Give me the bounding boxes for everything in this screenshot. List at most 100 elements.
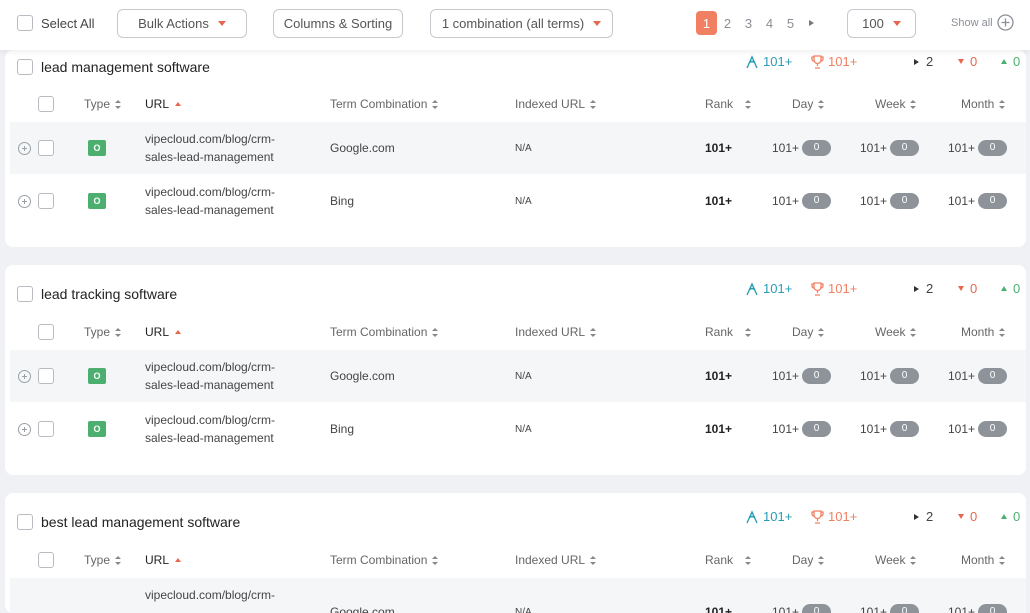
- col-indexed[interactable]: Indexed URL: [515, 88, 597, 120]
- row-term: Google.com: [330, 141, 395, 155]
- col-month[interactable]: Month: [961, 544, 1006, 576]
- col-type[interactable]: Type: [84, 544, 122, 576]
- col-week[interactable]: Week: [875, 544, 917, 576]
- expand-icon[interactable]: [18, 369, 31, 383]
- search-engine-icon: [746, 509, 758, 523]
- sort-icon: [999, 555, 1006, 565]
- row-day: 101+ 0: [772, 122, 832, 174]
- neutral-value: 2: [926, 281, 934, 296]
- table-row[interactable]: O vipecloud.com/blog/crm-sales-lead-mana…: [10, 175, 1026, 227]
- row-checkbox[interactable]: [38, 140, 54, 156]
- sort-icon: [910, 555, 917, 565]
- col-url[interactable]: URL: [145, 316, 182, 348]
- expand-icon[interactable]: [18, 141, 31, 155]
- row-checkbox[interactable]: [38, 421, 54, 437]
- toolbar: Select All Bulk Actions Columns & Sortin…: [0, 0, 1030, 50]
- per-page-dropdown[interactable]: 100: [847, 9, 916, 38]
- table-row[interactable]: O vipecloud.com/blog/crm-sales-lead-mana…: [10, 122, 1026, 174]
- table-row[interactable]: O vipecloud.com/blog/crm- Google.com N/A…: [10, 578, 1026, 613]
- col-term[interactable]: Term Combination: [330, 316, 439, 348]
- col-day[interactable]: Day: [792, 316, 825, 348]
- row-month: 101+ 0: [948, 175, 1008, 227]
- sort-icon: [590, 555, 597, 565]
- expand-icon[interactable]: [18, 194, 31, 208]
- select-all-checkbox[interactable]: [17, 15, 33, 31]
- page-5[interactable]: 5: [780, 11, 801, 35]
- col-day[interactable]: Day: [792, 88, 825, 120]
- page-4[interactable]: 4: [759, 11, 780, 35]
- next-page-icon[interactable]: [801, 11, 822, 35]
- header-checkbox[interactable]: [38, 544, 54, 576]
- trophy-icon: [811, 54, 824, 69]
- show-all-button[interactable]: Show all: [951, 14, 1014, 31]
- sort-icon: [590, 99, 597, 109]
- sort-icon: [745, 99, 752, 109]
- search-rank-value: 101+: [763, 281, 793, 296]
- row-url[interactable]: vipecloud.com/blog/crm-sales-lead-manage…: [145, 122, 295, 174]
- table-row[interactable]: O vipecloud.com/blog/crm-sales-lead-mana…: [10, 403, 1026, 455]
- page-3[interactable]: 3: [738, 11, 759, 35]
- bulk-actions-label: Bulk Actions: [138, 16, 209, 31]
- col-indexed[interactable]: Indexed URL: [515, 316, 597, 348]
- page-1[interactable]: 1: [696, 11, 717, 35]
- row-rank: 101+: [705, 194, 733, 208]
- row-url[interactable]: vipecloud.com/blog/crm-sales-lead-manage…: [145, 175, 295, 227]
- row-day: 101+ 0: [772, 578, 832, 613]
- col-rank[interactable]: Rank: [705, 544, 752, 576]
- columns-sorting-button[interactable]: Columns & Sorting: [273, 9, 403, 38]
- down-stat: 0: [958, 281, 977, 296]
- row-week: 101+ 0: [860, 403, 920, 455]
- page-2[interactable]: 2: [717, 11, 738, 35]
- col-rank[interactable]: Rank: [705, 316, 752, 348]
- neutral-stat: 2: [914, 509, 933, 524]
- select-all[interactable]: Select All: [17, 15, 94, 31]
- col-url[interactable]: URL: [145, 88, 182, 120]
- organic-type-icon: O: [88, 421, 106, 437]
- col-week[interactable]: Week: [875, 316, 917, 348]
- row-url[interactable]: vipecloud.com/blog/crm-sales-lead-manage…: [145, 403, 295, 455]
- up-stat: 0: [1001, 281, 1020, 296]
- sort-icon: [999, 99, 1006, 109]
- expand-icon[interactable]: [18, 422, 31, 436]
- search-rank-stat: 101+: [745, 509, 792, 524]
- show-all-label: Show all: [951, 16, 993, 29]
- row-url[interactable]: vipecloud.com/blog/crm-sales-lead-manage…: [145, 350, 295, 402]
- col-rank[interactable]: Rank: [705, 88, 752, 120]
- up-value: 0: [1013, 509, 1021, 524]
- col-type[interactable]: Type: [84, 316, 122, 348]
- col-month[interactable]: Month: [961, 316, 1006, 348]
- down-arrow-icon: [958, 59, 964, 64]
- sort-asc-icon: [175, 330, 182, 334]
- bulk-actions-dropdown[interactable]: Bulk Actions: [117, 9, 247, 38]
- header-checkbox[interactable]: [38, 88, 54, 120]
- chevron-down-icon: [892, 21, 901, 26]
- combination-dropdown[interactable]: 1 combination (all terms): [430, 9, 613, 38]
- row-week: 101+ 0: [860, 350, 920, 402]
- sort-icon: [818, 327, 825, 337]
- header-checkbox[interactable]: [38, 316, 54, 348]
- organic-type-icon: O: [88, 140, 106, 156]
- row-day: 101+ 0: [772, 175, 832, 227]
- col-type[interactable]: Type: [84, 88, 122, 120]
- neutral-arrow-icon: [914, 58, 919, 65]
- row-checkbox[interactable]: [38, 193, 54, 209]
- columns-sorting-label: Columns & Sorting: [283, 16, 393, 31]
- search-rank-value: 101+: [763, 509, 793, 524]
- row-url[interactable]: vipecloud.com/blog/crm-: [145, 578, 295, 604]
- best-rank-stat: 101+: [811, 54, 857, 69]
- row-checkbox[interactable]: [38, 368, 54, 384]
- row-month: 101+ 0: [948, 578, 1008, 613]
- col-month[interactable]: Month: [961, 88, 1006, 120]
- col-day[interactable]: Day: [792, 544, 825, 576]
- col-term[interactable]: Term Combination: [330, 88, 439, 120]
- col-week[interactable]: Week: [875, 88, 917, 120]
- col-url[interactable]: URL: [145, 544, 182, 576]
- sort-icon: [910, 99, 917, 109]
- col-indexed[interactable]: Indexed URL: [515, 544, 597, 576]
- col-term[interactable]: Term Combination: [330, 544, 439, 576]
- sort-icon: [432, 555, 439, 565]
- table-row[interactable]: O vipecloud.com/blog/crm-sales-lead-mana…: [10, 350, 1026, 402]
- neutral-arrow-icon: [914, 285, 919, 292]
- down-stat: 0: [958, 54, 977, 69]
- sort-icon: [818, 99, 825, 109]
